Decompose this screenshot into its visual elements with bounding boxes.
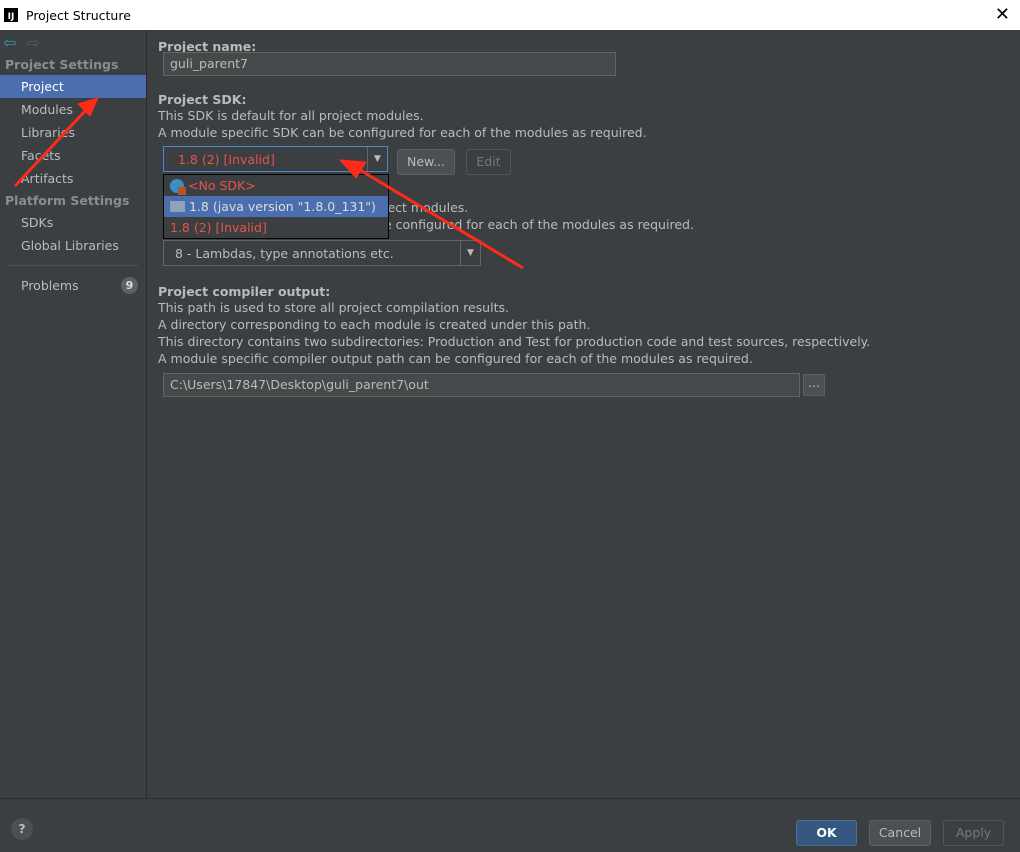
red-arrow-annotation [338,159,524,270]
ok-button[interactable]: OK [796,820,857,846]
red-arrow-annotation [13,97,99,188]
help-icon[interactable]: ? [11,818,33,840]
annotation-arrows [13,97,524,270]
apply-button[interactable]: Apply [943,820,1004,846]
cancel-button[interactable]: Cancel [869,820,931,846]
dialog-footer: ? OK Cancel Apply [0,798,1020,852]
